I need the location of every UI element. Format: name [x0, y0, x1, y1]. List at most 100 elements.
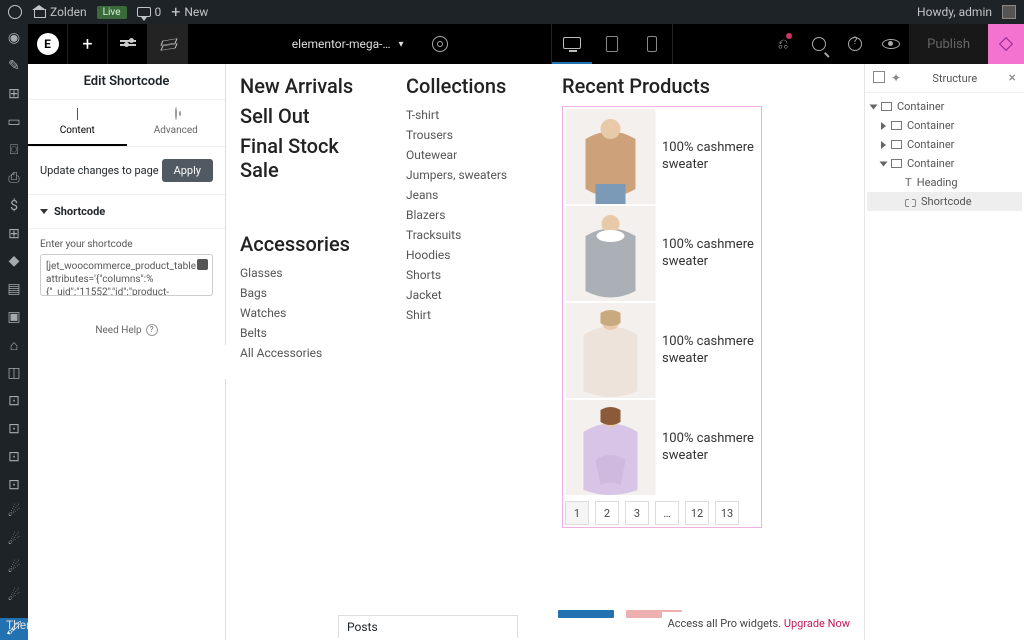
- menu-item-icon[interactable]: ✎: [5, 58, 23, 75]
- menu-item-icon[interactable]: ▭: [5, 114, 23, 131]
- link[interactable]: Jacket: [406, 286, 536, 304]
- link[interactable]: Jeans: [406, 186, 536, 204]
- link[interactable]: Belts: [240, 324, 380, 342]
- save-options-button[interactable]: [988, 24, 1024, 64]
- howdy-label[interactable]: Howdy, admin: [917, 5, 992, 19]
- heading[interactable]: Recent Products: [562, 74, 850, 98]
- menu-item-icon[interactable]: $: [5, 197, 23, 214]
- tree-node-container[interactable]: Container: [867, 97, 1022, 116]
- history-button[interactable]: ⎌: [765, 24, 801, 64]
- menu-item-icon[interactable]: ⎙: [5, 169, 23, 186]
- ai-icon[interactable]: ✦: [891, 71, 901, 85]
- page-button[interactable]: 12: [685, 501, 709, 525]
- recent-products-widget[interactable]: 100% cashmere sweater 100% cashmere swea…: [562, 106, 762, 528]
- page-button[interactable]: 13: [715, 501, 739, 525]
- product-title[interactable]: 100% cashmere sweater: [662, 140, 759, 173]
- upgrade-link[interactable]: Upgrade Now: [784, 617, 850, 630]
- navigator-icon[interactable]: [873, 71, 885, 83]
- dynamic-icon[interactable]: [197, 259, 208, 270]
- product-title[interactable]: 100% cashmere sweater: [662, 431, 759, 464]
- tab-content[interactable]: Content: [28, 100, 127, 146]
- device-desktop[interactable]: [552, 24, 592, 64]
- apply-button[interactable]: Apply: [162, 159, 213, 182]
- menu-item-icon[interactable]: ◫: [5, 365, 23, 382]
- heading[interactable]: Accessories: [240, 232, 380, 256]
- product-item[interactable]: 100% cashmere sweater: [565, 109, 759, 204]
- publish-button[interactable]: Publish: [909, 24, 988, 64]
- link[interactable]: Glasses: [240, 264, 380, 282]
- menu-item-icon[interactable]: ☄: [5, 504, 23, 521]
- gear-icon[interactable]: [432, 36, 448, 52]
- page-button[interactable]: 2: [595, 501, 619, 525]
- chevron-icon[interactable]: [880, 161, 888, 166]
- menu-dashboard-icon[interactable]: ◉: [5, 30, 23, 47]
- product-item[interactable]: 100% cashmere sweater: [565, 303, 759, 398]
- menu-item-icon[interactable]: ◆: [5, 253, 23, 270]
- tree-node-heading[interactable]: THeading: [867, 173, 1022, 192]
- menu-item-icon[interactable]: ▣: [5, 309, 23, 326]
- link[interactable]: Tracksuits: [406, 226, 536, 244]
- site-link[interactable]: Zolden: [32, 5, 87, 19]
- product-item[interactable]: 100% cashmere sweater: [565, 206, 759, 301]
- menu-item-icon[interactable]: ☄: [5, 588, 23, 605]
- avatar[interactable]: [1002, 5, 1016, 19]
- finder-button[interactable]: [801, 24, 837, 64]
- page-button[interactable]: 3: [625, 501, 649, 525]
- link[interactable]: T-shirt: [406, 106, 536, 124]
- tree-node-shortcode[interactable]: Shortcode: [867, 192, 1022, 211]
- product-title[interactable]: 100% cashmere sweater: [662, 237, 759, 270]
- heading[interactable]: Collections: [406, 74, 536, 98]
- page-button[interactable]: 1: [565, 501, 589, 525]
- menu-item-icon[interactable]: ⊡: [5, 420, 23, 437]
- link[interactable]: Hoodies: [406, 246, 536, 264]
- menu-item-icon[interactable]: ⊡: [5, 476, 23, 493]
- document-switcher[interactable]: elementor-mega-… ▾: [280, 36, 460, 52]
- link[interactable]: Jumpers, sweaters: [406, 166, 536, 184]
- link[interactable]: Bags: [240, 284, 380, 302]
- menu-item-icon[interactable]: ⊞: [5, 225, 23, 242]
- menu-item-icon[interactable]: ⊡: [5, 393, 23, 410]
- chevron-icon[interactable]: [870, 104, 878, 109]
- chevron-icon[interactable]: [881, 141, 886, 149]
- comments-link[interactable]: 0: [137, 5, 162, 19]
- menu-item-icon[interactable]: ⌼: [5, 142, 23, 159]
- need-help-link[interactable]: Need Help ?: [28, 306, 225, 354]
- menu-item-icon[interactable]: ⌂: [5, 337, 23, 354]
- tree-node-container[interactable]: Container: [867, 154, 1022, 173]
- product-title[interactable]: 100% cashmere sweater: [662, 334, 759, 367]
- structure-toggle-button[interactable]: [148, 24, 188, 64]
- wp-logo[interactable]: [8, 5, 22, 19]
- heading[interactable]: Final Stock Sale: [240, 134, 380, 182]
- menu-item-icon[interactable]: ⊞: [5, 86, 23, 103]
- link[interactable]: Shorts: [406, 266, 536, 284]
- wp-admin-menu[interactable]: ◉ ✎ ⊞ ▭ ⌼ ⎙ $ ⊞ ◆ ▤ ▣ ⌂ ◫ ⊡ ⊡ ⊡ ⊡ ☄ ☄ ☄ …: [0, 24, 28, 640]
- menu-item-icon[interactable]: ⊡: [5, 448, 23, 465]
- site-settings-button[interactable]: [108, 24, 148, 64]
- add-widget-button[interactable]: +: [68, 24, 108, 64]
- link[interactable]: Outewear: [406, 146, 536, 164]
- link[interactable]: Watches: [240, 304, 380, 322]
- link[interactable]: Trousers: [406, 126, 536, 144]
- menu-item-icon[interactable]: ☄: [5, 560, 23, 577]
- help-button[interactable]: [837, 24, 873, 64]
- link[interactable]: Blazers: [406, 206, 536, 224]
- link[interactable]: Shirt: [406, 306, 536, 324]
- tree-node-container[interactable]: Container: [867, 116, 1022, 135]
- tab-advanced[interactable]: Advanced: [127, 100, 226, 146]
- shortcode-input[interactable]: [jet_woocommerce_product_table attribute…: [40, 254, 213, 296]
- product-item[interactable]: 100% cashmere sweater: [565, 400, 759, 495]
- editor-canvas[interactable]: New Arrivals Sell Out Final Stock Sale A…: [226, 64, 864, 640]
- menu-item-icon[interactable]: ☄: [5, 532, 23, 549]
- new-content[interactable]: +New: [171, 4, 208, 20]
- tree-node-container[interactable]: Container: [867, 135, 1022, 154]
- heading[interactable]: Sell Out: [240, 104, 380, 128]
- chevron-icon[interactable]: [881, 122, 886, 130]
- link[interactable]: All Accessories: [240, 344, 380, 362]
- device-mobile[interactable]: [632, 24, 672, 64]
- preview-button[interactable]: [873, 24, 909, 64]
- heading[interactable]: New Arrivals: [240, 74, 380, 98]
- elementor-logo[interactable]: E: [28, 24, 68, 64]
- close-icon[interactable]: ×: [1009, 70, 1016, 86]
- section-toggle[interactable]: Shortcode: [28, 195, 225, 229]
- device-tablet[interactable]: [592, 24, 632, 64]
